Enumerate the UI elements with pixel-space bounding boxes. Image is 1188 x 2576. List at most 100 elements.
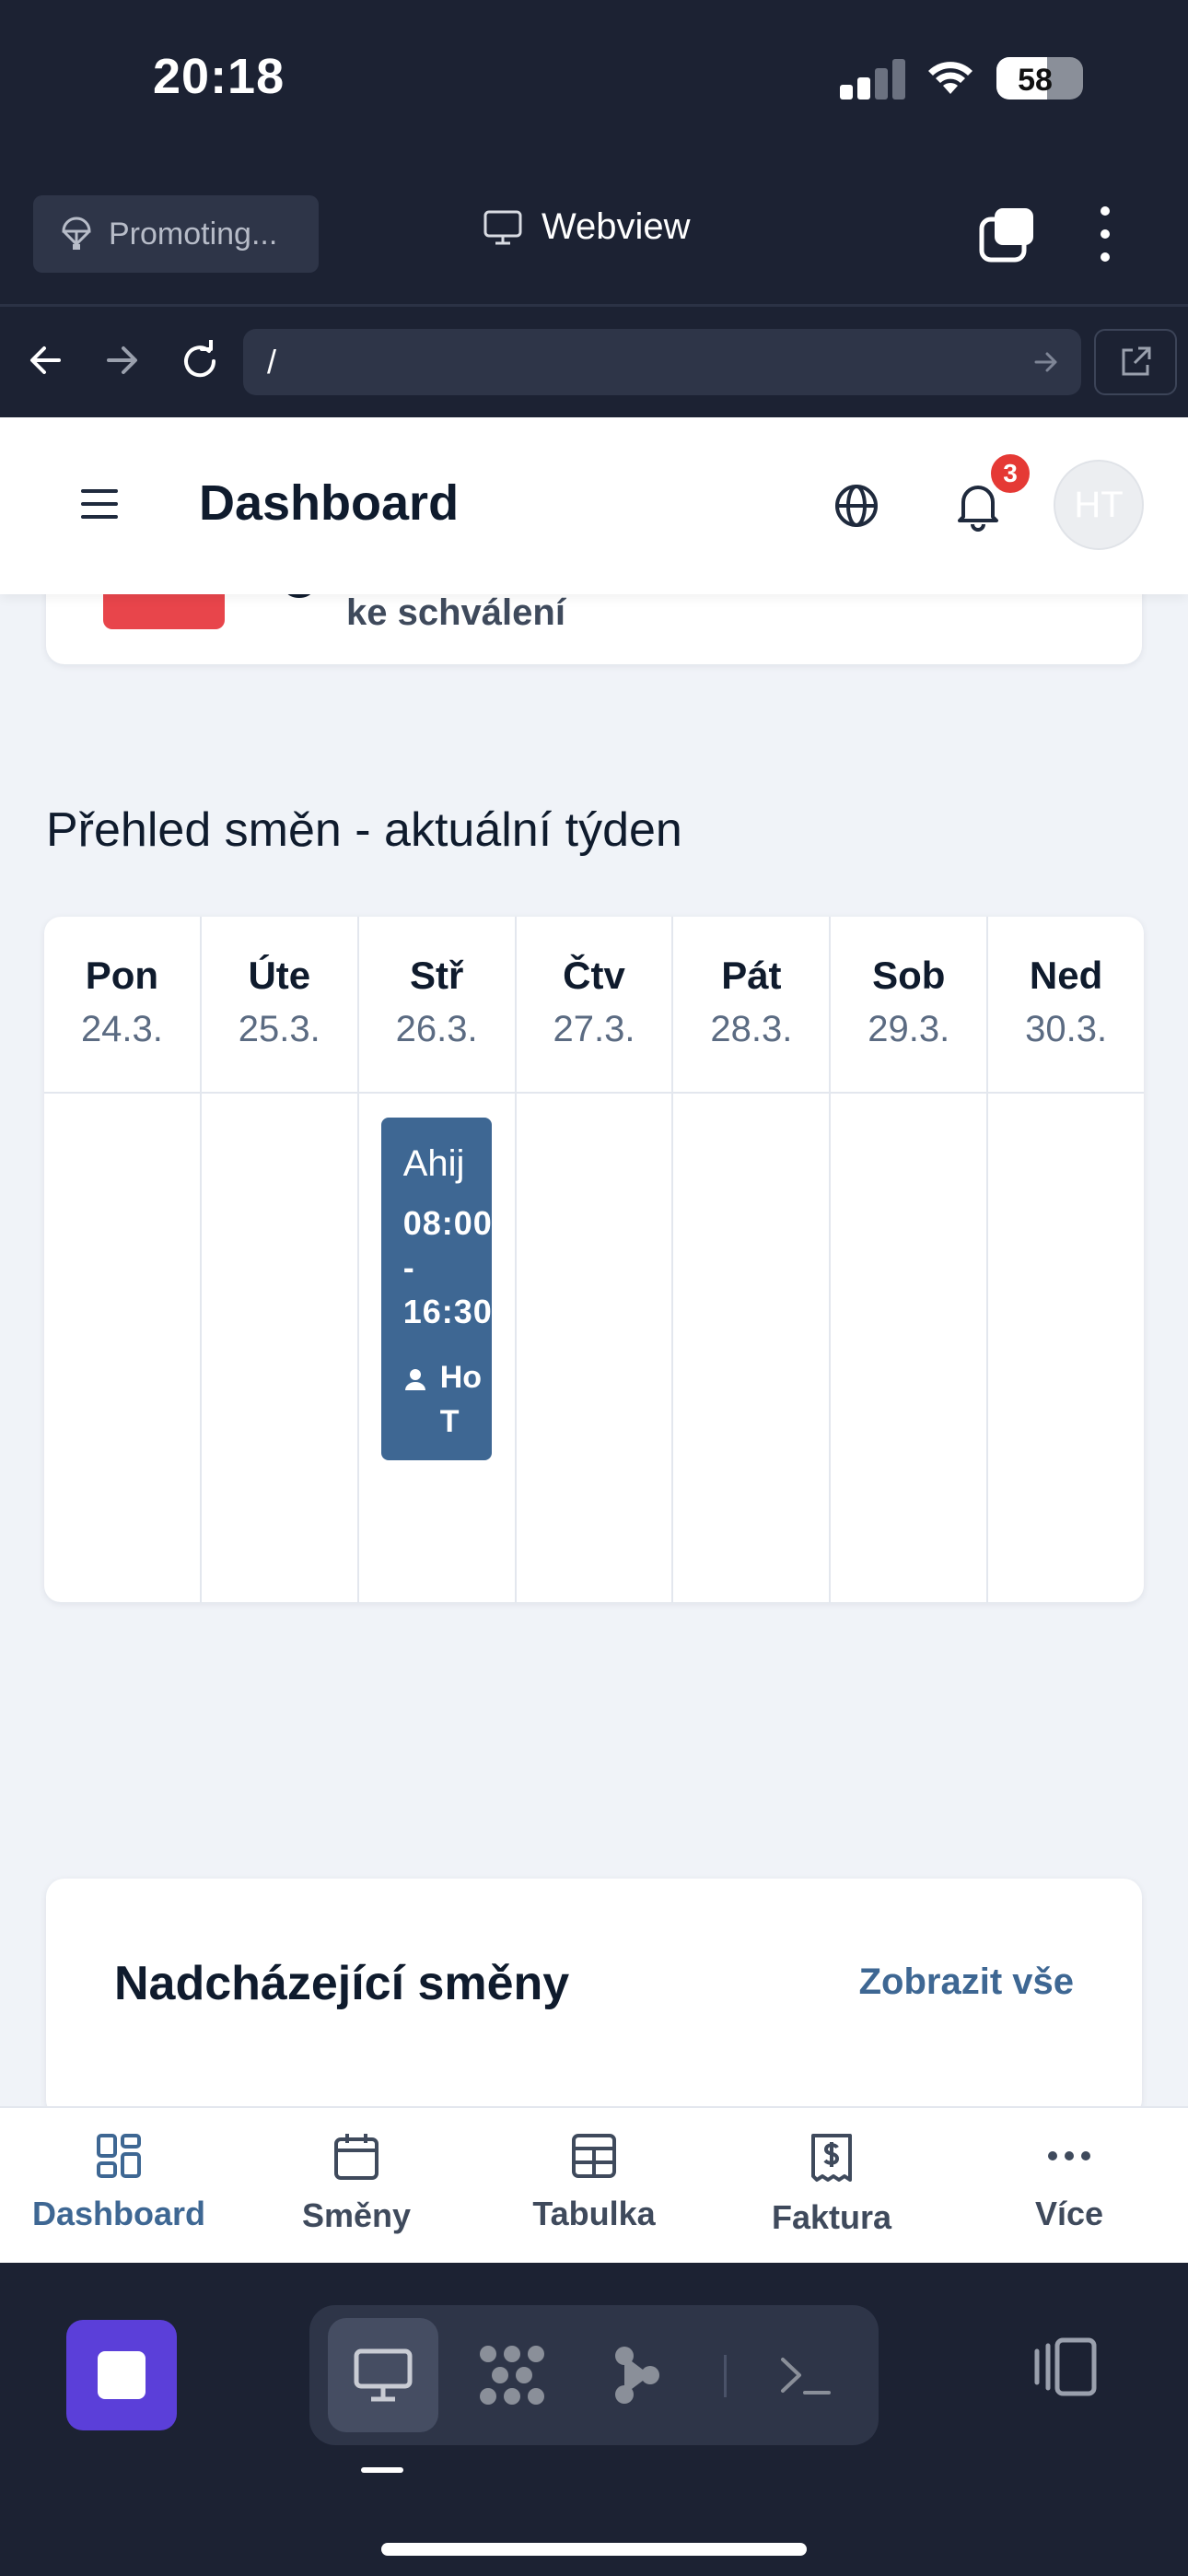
- dots-cluster-icon: [480, 2346, 544, 2405]
- nav-label: Dashboard: [31, 2195, 206, 2232]
- terminal-icon: [781, 2358, 831, 2395]
- day-name: Pát: [721, 954, 782, 997]
- webview-toolbar: Promoting... Webview: [0, 175, 1188, 304]
- notification-badge: 3: [987, 451, 1033, 497]
- stop-button[interactable]: [66, 2320, 177, 2430]
- view-all-link[interactable]: Zobrazit vše: [859, 1961, 1074, 2003]
- day-header: Pát 28.3.: [673, 917, 830, 1094]
- day-name: Pon: [85, 954, 159, 997]
- nav-dashboard[interactable]: Dashboard: [0, 2108, 238, 2263]
- day-header: Pon 24.3.: [44, 917, 200, 1094]
- tool-indicator: [361, 2467, 403, 2473]
- day-name: Ned: [1029, 954, 1103, 997]
- upcoming-shifts-title: Nadcházející směny: [114, 1957, 570, 2010]
- battery-level: 58: [1018, 63, 1053, 98]
- avatar[interactable]: HT: [1054, 460, 1144, 550]
- page-title: Dashboard: [199, 475, 460, 531]
- shift-time: 08:00-16:30: [402, 1204, 492, 1330]
- device-rotate-icon[interactable]: [1030, 2336, 1100, 2397]
- grid-icon: [97, 2134, 141, 2178]
- battery-icon: 58: [996, 57, 1083, 100]
- day-column: Stř 26.3. Ahij 08:00-16:30 Ho T: [358, 917, 517, 1602]
- url-text: /: [267, 343, 277, 381]
- open-external-button[interactable]: [1094, 329, 1177, 395]
- upcoming-shifts-card: Nadcházející směny Zobrazit vše: [46, 1879, 1142, 2118]
- status-bar: 20:18 58: [0, 0, 1188, 175]
- reload-icon[interactable]: [179, 340, 221, 382]
- terminal-tool[interactable]: [750, 2318, 860, 2432]
- hamburger-menu-icon[interactable]: [81, 489, 118, 519]
- day-header: Sob 29.3.: [831, 917, 987, 1094]
- dev-dock: [0, 2263, 1188, 2576]
- shift-person: Ho T: [403, 1355, 482, 1444]
- nav-smeny[interactable]: Směny: [238, 2108, 475, 2263]
- nav-label: Směny: [301, 2196, 412, 2234]
- more-options-icon[interactable]: [1096, 206, 1114, 262]
- nav-label: Tabulka: [532, 2195, 656, 2232]
- day-column: Pát 28.3.: [673, 917, 832, 1602]
- day-header: Ned 30.3.: [988, 917, 1144, 1094]
- shift-person-name: Ho T: [439, 1360, 483, 1439]
- shift-name: Ahij: [402, 1143, 465, 1184]
- day-date: 26.3.: [395, 1009, 478, 1049]
- bottom-navigation: Dashboard Směny Tabulka Faktura Více: [0, 2106, 1188, 2263]
- shift-block[interactable]: Ahij 08:00-16:30 Ho T: [380, 1118, 492, 1460]
- monitor-icon: [483, 210, 522, 244]
- nav-faktura[interactable]: Faktura: [713, 2108, 950, 2263]
- week-overview-title: Přehled směn - aktuální týden: [46, 803, 682, 857]
- external-link-icon: [1122, 346, 1151, 376]
- day-column: Ned 30.3.: [988, 917, 1144, 1602]
- go-arrow-icon[interactable]: [1031, 347, 1061, 377]
- day-name: Čtv: [563, 954, 625, 997]
- day-column: Sob 29.3.: [831, 917, 989, 1602]
- day-column: Úte 25.3.: [201, 917, 359, 1602]
- back-arrow-icon[interactable]: [26, 340, 66, 381]
- address-bar: /: [0, 307, 1188, 417]
- day-name: Úte: [248, 954, 311, 997]
- day-header: Stř 26.3.: [358, 917, 515, 1094]
- more-icon: [1048, 2151, 1090, 2160]
- app-viewport: Dashboard 3 HT 0 ke schválení Přehled sm…: [0, 417, 1188, 2263]
- globe-icon[interactable]: [833, 482, 880, 530]
- day-column: Čtv 27.3.: [516, 917, 674, 1602]
- day-column: Pon 24.3.: [44, 917, 202, 1602]
- url-input[interactable]: /: [243, 329, 1081, 395]
- nav-label: Více: [1034, 2195, 1104, 2232]
- calendar-icon: [334, 2134, 379, 2180]
- table-icon: [572, 2134, 616, 2178]
- day-date: 25.3.: [238, 1009, 320, 1049]
- nav-tabulka[interactable]: Tabulka: [475, 2108, 713, 2263]
- day-name: Stř: [409, 954, 464, 997]
- cellular-signal-icon: [840, 59, 905, 100]
- flow-icon: [615, 2347, 659, 2404]
- user-icon: [404, 1369, 425, 1390]
- forward-arrow-icon[interactable]: [101, 340, 142, 381]
- webview-title: Webview: [483, 206, 691, 248]
- nav-vice[interactable]: Více: [950, 2108, 1188, 2263]
- receipt-dollar-icon: [811, 2134, 852, 2182]
- flow-tool[interactable]: [582, 2318, 693, 2432]
- week-calendar: Pon 24.3. Úte 25.3. Stř 26.3. Ahij 08:00…: [44, 917, 1144, 1602]
- day-date: 30.3.: [1025, 1009, 1108, 1049]
- day-header: Úte 25.3.: [201, 917, 357, 1094]
- status-time: 20:18: [153, 49, 285, 104]
- tool-switcher: [309, 2305, 879, 2445]
- webview-label: Webview: [542, 206, 691, 247]
- day-name: Sob: [872, 954, 946, 997]
- nav-label: Faktura: [771, 2198, 892, 2236]
- approval-label: ke schválení: [346, 592, 565, 633]
- apps-tool[interactable]: [457, 2318, 567, 2432]
- day-header: Čtv 27.3.: [516, 917, 672, 1094]
- preview-tool[interactable]: [328, 2318, 438, 2432]
- wifi-icon: [928, 62, 973, 94]
- promoting-chip[interactable]: Promoting...: [33, 195, 319, 273]
- day-date: 29.3.: [868, 1009, 950, 1049]
- monitor-icon: [354, 2348, 413, 2402]
- day-date: 24.3.: [80, 1009, 163, 1049]
- home-indicator[interactable]: [381, 2543, 807, 2556]
- parachute-icon: [62, 217, 91, 250]
- stop-icon: [98, 2351, 146, 2399]
- tabs-icon[interactable]: [978, 206, 1037, 263]
- day-date: 28.3.: [710, 1009, 793, 1049]
- day-date: 27.3.: [553, 1009, 635, 1049]
